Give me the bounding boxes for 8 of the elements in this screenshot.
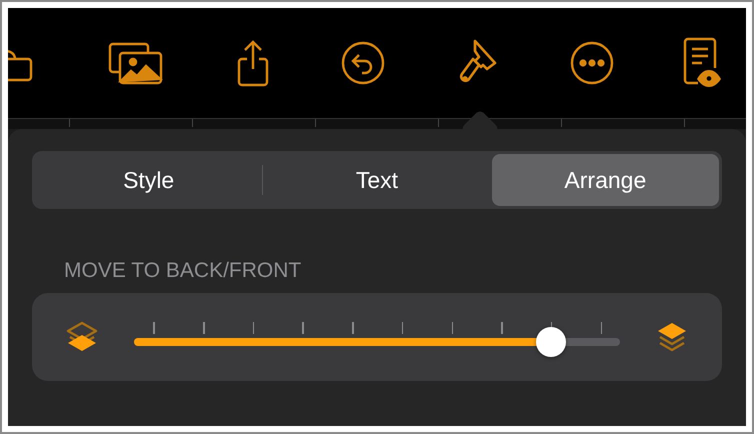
tab[interactable]: Arrange <box>492 154 719 206</box>
section-label: MOVE TO BACK/FRONT <box>64 259 302 283</box>
more-button[interactable] <box>570 41 614 85</box>
tab[interactable]: Style <box>35 154 262 206</box>
undo-button[interactable] <box>340 41 385 85</box>
photos-button[interactable] <box>108 41 164 85</box>
slider-thumb[interactable] <box>536 327 566 357</box>
tab[interactable]: Text <box>263 154 491 206</box>
